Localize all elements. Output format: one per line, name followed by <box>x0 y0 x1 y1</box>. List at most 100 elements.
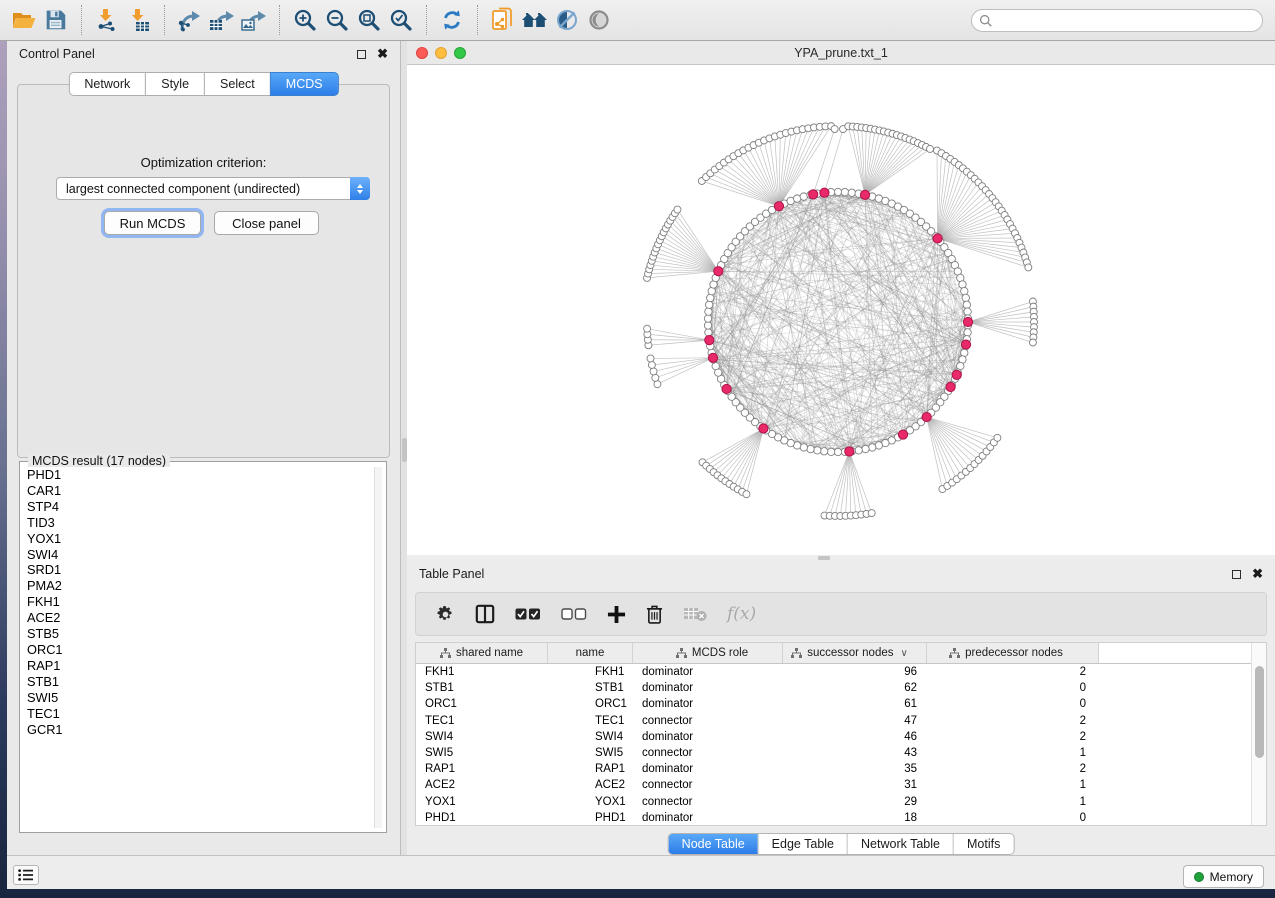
network-node[interactable] <box>848 189 855 196</box>
tab-network-table[interactable]: Network Table <box>847 834 953 854</box>
network-node[interactable] <box>959 281 966 288</box>
table-row[interactable]: ACE2ACE2connector311 <box>416 777 1266 793</box>
mcds-result-item[interactable]: PHD1 <box>24 467 382 483</box>
network-node[interactable] <box>862 445 869 452</box>
mcds-hub-node[interactable] <box>759 424 768 433</box>
add-column-button[interactable] <box>607 601 626 627</box>
mcds-hub-node[interactable] <box>946 382 955 391</box>
table-row[interactable]: YOX1YOX1connector291 <box>416 794 1266 810</box>
table-scrollbar[interactable] <box>1251 643 1266 825</box>
table-row[interactable]: SWI5SWI5connector431 <box>416 745 1266 761</box>
save-session-button[interactable] <box>40 4 72 36</box>
mcds-result-item[interactable]: RAP1 <box>24 658 382 674</box>
mcds-result-item[interactable]: SRD1 <box>24 562 382 578</box>
float-panel-icon[interactable] <box>1232 570 1241 579</box>
select-stepper[interactable] <box>350 177 370 200</box>
mcds-hub-node[interactable] <box>708 353 717 362</box>
import-network-button[interactable] <box>91 4 123 36</box>
scrollbar-thumb[interactable] <box>1255 666 1264 758</box>
zoom-in-button[interactable] <box>289 4 321 36</box>
close-panel-button[interactable]: Close panel <box>214 211 319 235</box>
network-node[interactable] <box>707 294 714 301</box>
mcds-result-item[interactable]: STB1 <box>24 674 382 690</box>
float-panel-icon[interactable] <box>357 50 366 59</box>
mcds-hub-node[interactable] <box>809 190 818 199</box>
search-input[interactable] <box>998 12 1262 30</box>
network-node[interactable] <box>705 301 712 308</box>
mcds-list-scrollbar[interactable] <box>374 467 382 828</box>
export-table-button[interactable] <box>206 4 238 36</box>
network-node[interactable] <box>743 491 750 498</box>
table-row[interactable]: RAP1RAP1dominator352 <box>416 761 1266 777</box>
network-node[interactable] <box>964 308 971 315</box>
network-canvas[interactable] <box>407 65 1275 555</box>
network-node[interactable] <box>800 193 807 200</box>
network-node[interactable] <box>708 287 715 294</box>
network-node[interactable] <box>855 447 862 454</box>
column-header-shared-name[interactable]: shared name <box>416 643 548 663</box>
tab-network[interactable]: Network <box>68 72 146 96</box>
network-node[interactable] <box>927 145 934 152</box>
run-mcds-button[interactable]: Run MCDS <box>104 211 201 235</box>
mcds-hub-node[interactable] <box>898 430 907 439</box>
window-maximize-icon[interactable] <box>454 47 466 59</box>
zoom-out-button[interactable] <box>321 4 353 36</box>
network-node[interactable] <box>1025 264 1032 271</box>
table-row[interactable]: TEC1TEC1connector472 <box>416 713 1266 729</box>
optimization-criterion-select[interactable]: largest connected component (undirected) <box>56 177 370 200</box>
mcds-hub-node[interactable] <box>722 384 731 393</box>
mcds-result-item[interactable]: FKH1 <box>24 594 382 610</box>
network-node[interactable] <box>961 349 968 356</box>
table-row[interactable]: STB1STB1dominator620 <box>416 680 1266 696</box>
network-node[interactable] <box>831 126 838 133</box>
mcds-hub-node[interactable] <box>820 188 829 197</box>
network-node[interactable] <box>705 329 712 336</box>
divider-handle[interactable] <box>402 438 407 462</box>
close-panel-icon[interactable]: ✖ <box>377 49 388 59</box>
network-node[interactable] <box>820 448 827 455</box>
tab-edge-table[interactable]: Edge Table <box>758 834 847 854</box>
mcds-hub-node[interactable] <box>963 317 972 326</box>
mcds-hub-node[interactable] <box>845 447 854 456</box>
network-node[interactable] <box>704 315 711 322</box>
network-node[interactable] <box>1029 339 1036 346</box>
home-button[interactable] <box>519 4 551 36</box>
select-all-button[interactable] <box>515 601 541 627</box>
mcds-result-item[interactable]: PMA2 <box>24 578 382 594</box>
split-view-button[interactable] <box>475 601 495 627</box>
column-header-MCDS-role[interactable]: MCDS role <box>633 643 783 663</box>
mcds-hub-node[interactable] <box>933 234 942 243</box>
task-history-button[interactable] <box>13 865 39 885</box>
mcds-hub-node[interactable] <box>774 202 783 211</box>
network-node[interactable] <box>814 447 821 454</box>
hide-graphics-details-button[interactable] <box>551 4 583 36</box>
delete-table-button[interactable] <box>683 601 707 627</box>
network-node[interactable] <box>868 510 875 517</box>
mcds-hub-node[interactable] <box>922 412 931 421</box>
window-minimize-icon[interactable] <box>435 47 447 59</box>
divider-handle[interactable] <box>818 556 830 560</box>
network-node[interactable] <box>841 188 848 195</box>
network-node[interactable] <box>834 188 841 195</box>
network-file-button[interactable] <box>487 4 519 36</box>
mcds-result-item[interactable]: ORC1 <box>24 642 382 658</box>
network-window-titlebar[interactable]: YPA_prune.txt_1 <box>407 41 1275 65</box>
export-network-button[interactable] <box>174 4 206 36</box>
column-header-successor-nodes[interactable]: successor nodes∨ <box>783 643 927 663</box>
mcds-result-list[interactable]: PHD1CAR1STP4TID3YOX1SWI4SRD1PMA2FKH1ACE2… <box>24 467 382 828</box>
tab-style[interactable]: Style <box>145 72 205 96</box>
mcds-hub-node[interactable] <box>714 267 723 276</box>
open-file-button[interactable] <box>8 4 40 36</box>
mcds-result-item[interactable]: STP4 <box>24 499 382 515</box>
network-node[interactable] <box>648 361 655 368</box>
window-close-icon[interactable] <box>416 47 428 59</box>
network-node[interactable] <box>994 434 1001 441</box>
network-node[interactable] <box>644 325 651 332</box>
table-row[interactable]: SWI4SWI4dominator462 <box>416 729 1266 745</box>
delete-column-button[interactable] <box>646 601 663 627</box>
export-image-button[interactable] <box>238 4 270 36</box>
network-node[interactable] <box>827 448 834 455</box>
deselect-all-button[interactable] <box>561 601 587 627</box>
network-node[interactable] <box>652 374 659 381</box>
tab-node-table[interactable]: Node Table <box>669 834 758 854</box>
